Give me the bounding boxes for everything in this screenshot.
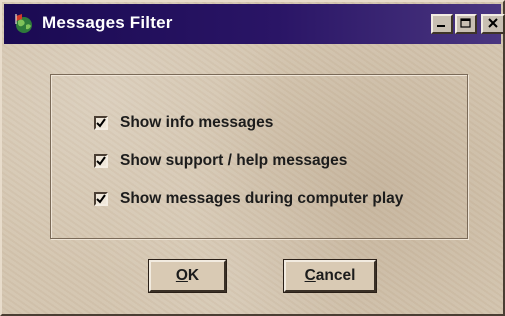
messages-filter-dialog: Messages Filter Show info messages Show (0, 0, 505, 316)
option-show-support-help[interactable]: Show support / help messages (94, 150, 347, 172)
cancel-accelerator: C (304, 267, 316, 284)
title-bar[interactable]: Messages Filter (4, 4, 505, 44)
maximize-icon (460, 15, 472, 33)
checkbox-show-during-computer-play[interactable] (94, 192, 108, 206)
checkbox-show-info[interactable] (94, 116, 108, 130)
cancel-label-rest: ancel (315, 267, 356, 284)
checkbox-show-support-help[interactable] (94, 154, 108, 168)
close-icon (487, 15, 499, 33)
close-button[interactable] (481, 14, 505, 34)
option-show-info[interactable]: Show info messages (94, 112, 273, 134)
minimize-button[interactable] (431, 14, 453, 34)
option-label: Show info messages (120, 114, 274, 131)
maximize-button[interactable] (455, 14, 477, 34)
minimize-icon (436, 15, 448, 33)
option-label: Show messages during computer play (120, 190, 404, 207)
globe-flag-icon (12, 12, 36, 36)
ok-button[interactable]: OK (148, 259, 227, 293)
window-title: Messages Filter (42, 13, 173, 32)
ok-accelerator: O (175, 267, 188, 284)
cancel-button[interactable]: Cancel (283, 259, 377, 293)
option-show-during-computer-play[interactable]: Show messages during computer play (94, 188, 403, 210)
ok-label-rest: K (187, 267, 200, 284)
option-label: Show support / help messages (120, 152, 348, 169)
